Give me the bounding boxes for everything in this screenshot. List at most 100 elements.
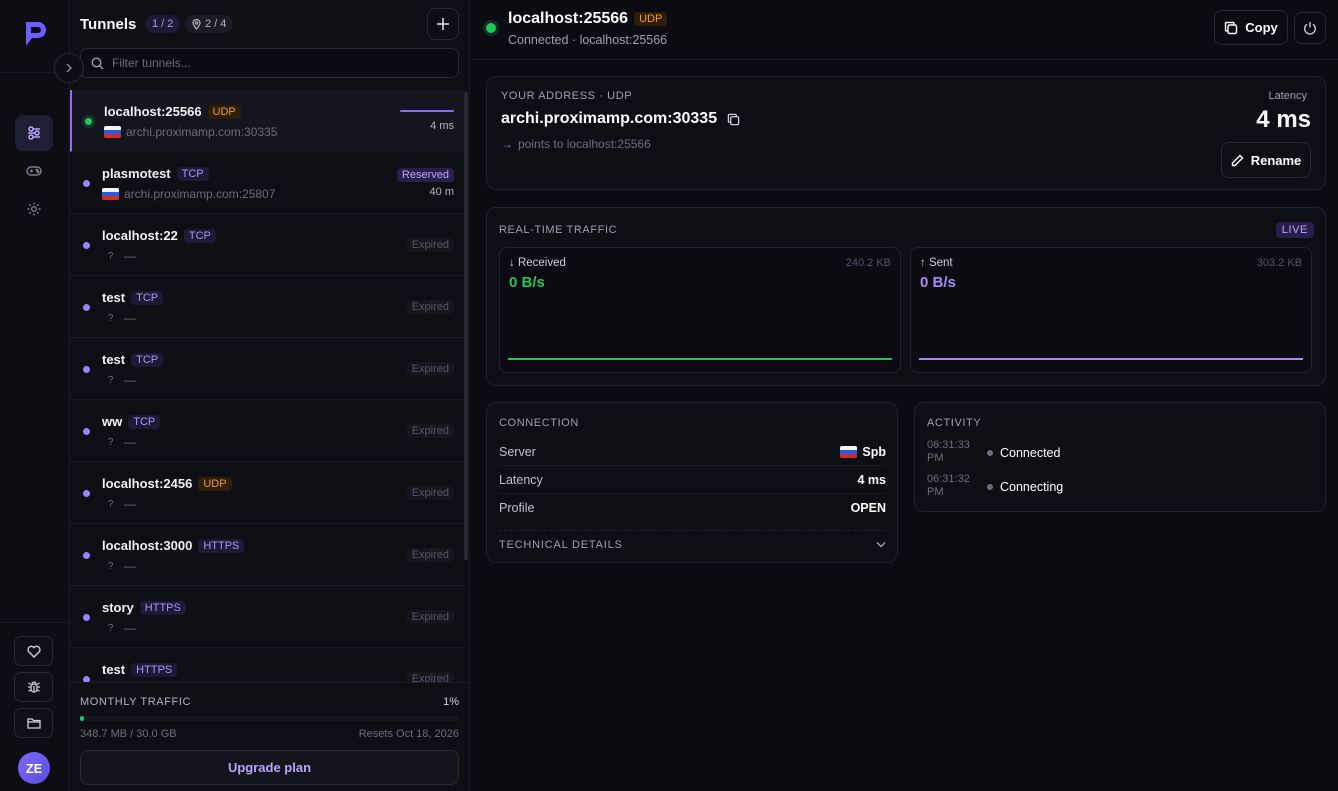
tunnel-count-badge: 1 / 2 xyxy=(145,15,181,33)
open-folder-button[interactable] xyxy=(14,708,53,738)
copy-label: Copy xyxy=(1245,20,1278,35)
connection-row-latency: Latency 4 ms xyxy=(499,466,886,494)
connection-value: 4 ms xyxy=(857,472,887,487)
tunnel-list-scrollbar[interactable] xyxy=(464,92,468,560)
tunnel-name: ww xyxy=(102,414,123,429)
activity-event: Connected xyxy=(1000,446,1061,460)
tunnel-name: test xyxy=(102,290,126,305)
protocol-badge: UDP xyxy=(198,477,232,491)
protocol-badge: UDP xyxy=(207,105,241,119)
tunnel-detail: localhost:25566 UDP Connected · localhost… xyxy=(470,0,1338,791)
stop-tunnel-button[interactable] xyxy=(1294,12,1326,44)
detail-subtitle: Connected · localhost:25566 xyxy=(508,33,668,47)
activity-item: 06:31:32 PM Connecting xyxy=(927,473,1307,499)
copy-button[interactable]: Copy xyxy=(1214,10,1288,45)
traffic-reset-date: Resets Oct 18, 2026 xyxy=(358,728,459,740)
tunnel-row[interactable]: localhost:2456 UDP ? — Expired xyxy=(70,462,466,524)
sliders-icon xyxy=(28,126,40,140)
activity-item: 06:31:33 PM Connected xyxy=(927,439,1307,465)
rail-tunnels-button[interactable] xyxy=(15,115,53,151)
realtime-traffic-card: REAL-TIME TRAFFIC LIVE ↓ Received 240.2 … xyxy=(486,207,1326,386)
activity-event-line: Connected xyxy=(987,446,1060,460)
connection-row-profile: Profile OPEN xyxy=(499,494,886,522)
map-pin-icon xyxy=(192,18,201,30)
tunnel-name-line: test HTTPS xyxy=(102,662,178,677)
rail-settings-button[interactable] xyxy=(15,191,53,227)
technical-details-toggle[interactable]: TECHNICAL DETAILS xyxy=(499,530,886,558)
tunnel-status: Expired xyxy=(406,214,454,276)
detail-title: localhost:25566 xyxy=(508,10,629,27)
report-bug-button[interactable] xyxy=(14,672,53,702)
tunnel-name: plasmotest xyxy=(102,166,171,181)
detail-header: localhost:25566 UDP Connected · localhost… xyxy=(470,0,1338,60)
expired-badge: Expired xyxy=(406,486,454,500)
points-to: points to localhost:25566 xyxy=(518,137,651,151)
points-to-line: → points to localhost:25566 xyxy=(501,137,651,151)
gear-icon xyxy=(27,202,41,216)
tunnel-name-line: localhost:2456 UDP xyxy=(102,476,232,491)
status-dot xyxy=(83,614,90,621)
tunnel-row[interactable]: story HTTPS ? — Expired xyxy=(70,586,466,648)
tunnel-row[interactable]: localhost:22 TCP ? — Expired xyxy=(70,214,466,276)
tunnel-row[interactable]: testHTTPS ?— Expired xyxy=(70,648,466,682)
public-address-line: archi.proximamp.com:30335 xyxy=(501,110,740,128)
activity-time: 06:31:33 PM xyxy=(927,439,970,464)
tunnel-address: — xyxy=(124,249,136,263)
tunnel-address: archi.proximamp.com:25807 xyxy=(124,187,276,201)
traffic-progress-fill xyxy=(80,716,84,721)
filter-box xyxy=(80,48,459,78)
activity-event-line: Connecting xyxy=(987,480,1063,494)
latency-value: 4 ms xyxy=(1256,106,1311,133)
add-tunnel-button[interactable] xyxy=(427,8,459,40)
connection-key: Profile xyxy=(499,501,535,515)
tunnel-address: — xyxy=(124,621,136,635)
tunnel-address-line: ? — xyxy=(102,559,136,573)
tunnel-address: — xyxy=(124,559,136,573)
tunnel-row[interactable]: plasmotest TCP archi.proximamp.com:25807 … xyxy=(70,152,466,214)
tunnel-name-line: test TCP xyxy=(102,352,164,367)
tunnel-address: — xyxy=(124,435,136,449)
collapse-sidebar-button[interactable] xyxy=(54,53,84,83)
status-dot xyxy=(83,490,90,497)
filter-tunnels-input[interactable] xyxy=(112,56,442,70)
sent-label-line: ↑ Sent xyxy=(920,257,953,269)
tunnel-duration: 40 m xyxy=(429,186,454,198)
sent-graph: ↑ Sent 303.2 KB 0 B/s xyxy=(910,247,1312,373)
bug-icon xyxy=(27,681,40,693)
chevron-down-icon xyxy=(876,542,886,548)
realtime-caption: REAL-TIME TRAFFIC xyxy=(499,224,618,236)
protocol-badge: TCP xyxy=(176,167,209,181)
activity-card: ACTIVITY 06:31:33 PM Connected 06:31:32 … xyxy=(914,402,1326,512)
received-graph: ↓ Received 240.2 KB 0 B/s xyxy=(499,247,901,373)
copy-icon xyxy=(1225,21,1238,34)
favorite-button[interactable] xyxy=(14,636,53,666)
tunnel-row[interactable]: localhost:3000 HTTPS ? — Expired xyxy=(70,524,466,586)
connected-status-dot xyxy=(486,23,496,33)
avatar[interactable]: ZE xyxy=(18,752,50,784)
arrow-right-icon: → xyxy=(501,137,513,151)
tunnel-status: Expired xyxy=(406,276,454,338)
upgrade-plan-button[interactable]: Upgrade plan xyxy=(80,750,459,785)
tunnel-name: test xyxy=(102,662,126,677)
expired-badge: Expired xyxy=(406,300,454,314)
status-dot xyxy=(83,428,90,435)
rail-games-button[interactable] xyxy=(15,153,53,189)
sent-total: 303.2 KB xyxy=(1256,257,1302,269)
connection-card: CONNECTION Server Spb Latency 4 ms Profi… xyxy=(486,402,898,563)
expired-badge: Expired xyxy=(406,548,454,562)
icon-rail: ZE xyxy=(0,0,70,791)
received-line xyxy=(508,358,892,360)
tunnel-address-line: ? — xyxy=(102,497,136,511)
activity-event: Connecting xyxy=(1000,480,1064,494)
tunnel-row[interactable]: localhost:25566 UDP archi.proximamp.com:3… xyxy=(70,90,466,152)
tunnel-row[interactable]: ww TCP ? — Expired xyxy=(70,400,466,462)
public-address: archi.proximamp.com:30335 xyxy=(501,110,718,127)
connection-key: Server xyxy=(499,444,536,459)
tunnel-address-line: ? — xyxy=(102,249,136,263)
tunnel-row[interactable]: test TCP ? — Expired xyxy=(70,276,466,338)
search-icon xyxy=(91,56,104,69)
copy-address-icon[interactable] xyxy=(727,113,740,126)
activity-dot xyxy=(987,484,993,490)
tunnel-row[interactable]: test TCP ? — Expired xyxy=(70,338,466,400)
rename-button[interactable]: Rename xyxy=(1221,142,1311,178)
